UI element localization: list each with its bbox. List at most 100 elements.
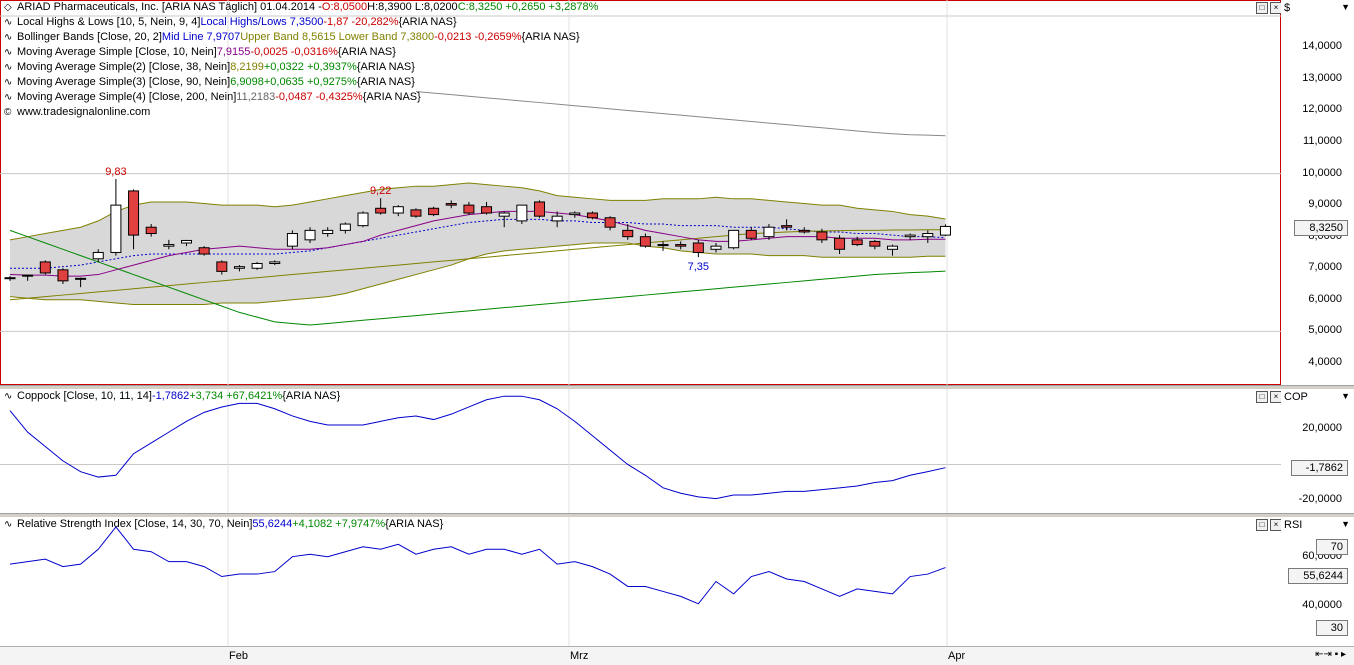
coppock-pane[interactable]: ∿Coppock [Close, 10, 11, 14] -1,7862 +3,…: [0, 389, 1281, 513]
y-tick-label: 4,0000: [1308, 356, 1342, 368]
legend-text: {ARIA NAS}: [338, 45, 396, 60]
price-annotation: 9,22: [370, 185, 391, 197]
candle-body: [940, 226, 950, 235]
maximize-icon[interactable]: □: [1256, 519, 1268, 531]
time-axis[interactable]: [0, 646, 1354, 665]
legend-text: 6,9098: [230, 75, 264, 90]
candle-body: [146, 227, 156, 233]
legend-row[interactable]: ∿Moving Average Simple(3) [Close, 90, Ne…: [4, 75, 598, 90]
coppock-line: [10, 396, 945, 498]
price-axis[interactable]: $ ▼ 14,000013,000012,000011,000010,00009…: [1281, 0, 1354, 385]
indicator-icon: ∿: [4, 517, 17, 532]
legend-row[interactable]: ∿Moving Average Simple(4) [Close, 200, N…: [4, 90, 598, 105]
price-legend: ◇ARIAD Pharmaceuticals, Inc. [ARIA NAS T…: [4, 0, 598, 120]
candle-body: [111, 205, 121, 252]
legend-text: -1,7862: [152, 389, 189, 404]
x-label-apr: Apr: [948, 650, 965, 662]
candle-body: [764, 227, 774, 236]
coppock-axis[interactable]: COP ▼ 20,0000-20,0000 -1,7862: [1281, 389, 1354, 513]
rsi-legend: ∿Relative Strength Index [Close, 14, 30,…: [4, 517, 443, 532]
indicator-icon: ∿: [4, 60, 17, 75]
candle-body: [587, 213, 597, 218]
candle-body: [729, 230, 739, 247]
candle-body: [358, 213, 368, 226]
candle-body: [817, 232, 827, 240]
y-tick-label: -20,0000: [1299, 493, 1342, 505]
legend-text: 8,2199: [230, 60, 264, 75]
coppock-chart[interactable]: [0, 389, 1281, 513]
legend-row[interactable]: ∿Local Highs & Lows [10, 5, Nein, 9, 4] …: [4, 15, 598, 30]
candle-body: [164, 245, 174, 247]
legend-text: -0,0487 -0,4325%: [275, 90, 362, 105]
legend-row[interactable]: ∿Coppock [Close, 10, 11, 14] -1,7862 +3,…: [4, 389, 340, 404]
price-annotation: 9,83: [105, 166, 126, 178]
legend-text: -0,0025 -0,0316%: [250, 45, 337, 60]
legend-text: Coppock [Close, 10, 11, 14]: [17, 389, 152, 404]
candle-body: [623, 230, 633, 236]
legend-row[interactable]: ◇ARIAD Pharmaceuticals, Inc. [ARIA NAS T…: [4, 0, 598, 15]
candle-body: [58, 270, 68, 281]
y-tick-label: 5,0000: [1308, 324, 1342, 336]
candle-body: [888, 246, 898, 249]
rsi-line: [10, 527, 945, 604]
x-label-mrz: Mrz: [570, 650, 588, 662]
candle-body: [252, 264, 262, 269]
legend-text: 11,2183: [236, 90, 275, 105]
price-pane[interactable]: 9,83 9,22 7,35 ◇ARIAD Pharmaceuticals, Inc…: [0, 0, 1281, 385]
copyright-icon: ©: [4, 105, 17, 120]
y-tick-label: 6,0000: [1308, 293, 1342, 305]
y-tick-label: 40,0000: [1302, 599, 1342, 611]
candle-body: [552, 216, 562, 221]
indicator-icon: ∿: [4, 75, 17, 90]
y-tick-label: 14,0000: [1302, 40, 1342, 52]
candle-body: [870, 241, 880, 246]
legend-row[interactable]: ∿Relative Strength Index [Close, 14, 30,…: [4, 517, 443, 532]
legend-text: Upper Band 8,5615 Lower Band 7,3800: [240, 30, 434, 45]
maximize-icon[interactable]: □: [1256, 391, 1268, 403]
candle-body: [640, 237, 650, 246]
candle-body: [182, 240, 192, 243]
bollinger-band-fill: [10, 183, 945, 304]
y-tick-label: 20,0000: [1302, 422, 1342, 434]
legend-text: {ARIA NAS}: [385, 517, 443, 532]
legend-text: +4,1082 +7,9747%: [292, 517, 385, 532]
coppock-axis-title: COP: [1284, 391, 1308, 403]
legend-text: {ARIA NAS}: [357, 75, 415, 90]
rsi-chart[interactable]: [0, 517, 1281, 646]
legend-row[interactable]: ©www.tradesignalonline.com: [4, 105, 598, 120]
dropdown-arrow-icon[interactable]: ▼: [1341, 2, 1350, 12]
legend-text: 7,9155: [217, 45, 251, 60]
legend-text: Mid Line 7,9707: [162, 30, 240, 45]
legend-text: Relative Strength Index [Close, 14, 30, …: [17, 517, 252, 532]
rsi-level-high: 70: [1316, 539, 1348, 555]
candle-body: [270, 262, 280, 264]
candle-body: [923, 234, 933, 237]
legend-text: www.tradesignalonline.com: [17, 105, 150, 120]
rsi-pane[interactable]: ∿Relative Strength Index [Close, 14, 30,…: [0, 517, 1281, 646]
legend-text: Local Highs/Lows 7,3500: [200, 15, 323, 30]
legend-text: -0,0213 -0,2659%: [434, 30, 521, 45]
candle-body: [905, 235, 915, 237]
maximize-icon[interactable]: □: [1256, 2, 1268, 14]
rsi-level-low: 30: [1316, 620, 1348, 636]
candle-body: [340, 224, 350, 230]
legend-text: H:8,3900 L:8,0200: [367, 0, 458, 15]
y-tick-label: 12,0000: [1302, 103, 1342, 115]
candle-body: [605, 218, 615, 227]
y-tick-label: 9,0000: [1308, 198, 1342, 210]
candle-body: [535, 202, 545, 216]
legend-text: Moving Average Simple(3) [Close, 90, Nei…: [17, 75, 230, 90]
dropdown-arrow-icon[interactable]: ▼: [1341, 519, 1350, 529]
legend-text: {ARIA NAS}: [399, 15, 457, 30]
legend-row[interactable]: ∿Bollinger Bands [Close, 20, 2] Mid Line…: [4, 30, 598, 45]
scroll-buttons[interactable]: ⇤⇥ ▪ ▸: [1315, 649, 1346, 660]
legend-row[interactable]: ∿Moving Average Simple [Close, 10, Nein]…: [4, 45, 598, 60]
candle-body: [464, 205, 474, 213]
legend-text: Moving Average Simple [Close, 10, Nein]: [17, 45, 217, 60]
legend-row[interactable]: ∿Moving Average Simple(2) [Close, 38, Ne…: [4, 60, 598, 75]
price-annotation: 7,35: [688, 261, 709, 273]
rsi-axis[interactable]: RSI ▼ 60,000040,0000 70 55,6244 30: [1281, 517, 1354, 646]
x-label-feb: Feb: [229, 650, 248, 662]
dropdown-arrow-icon[interactable]: ▼: [1341, 391, 1350, 401]
indicator-icon: ∿: [4, 15, 17, 30]
